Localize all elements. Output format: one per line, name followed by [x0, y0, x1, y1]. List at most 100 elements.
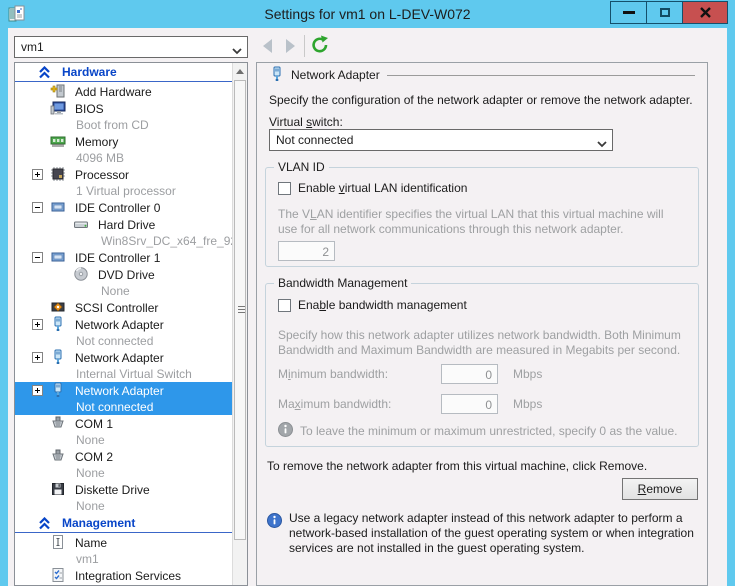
forward-icon[interactable]: [286, 39, 295, 53]
close-icon: [700, 7, 711, 18]
sidebar-section-management[interactable]: Management: [15, 514, 232, 533]
expand-icon[interactable]: [32, 352, 43, 363]
chevrons-up-icon: [38, 517, 51, 530]
tree-item-subtext: None: [15, 432, 232, 448]
header-rule: [387, 75, 695, 76]
network-adapter-icon: [50, 316, 66, 332]
tree-item-subtext: 4096 MB: [15, 150, 232, 166]
vlan-group-title: VLAN ID: [274, 160, 329, 174]
tree-item-subtext: None: [15, 498, 232, 514]
dvd-drive-icon: [73, 266, 89, 282]
panel-title: Network Adapter: [291, 68, 380, 82]
tree-item-com-1[interactable]: COM 1: [15, 415, 232, 432]
com-port-icon: [50, 448, 66, 464]
tree-item-label: COM 2: [75, 450, 113, 464]
diskette-icon: [50, 481, 66, 497]
tree-item-integration-services[interactable]: Integration Services: [15, 567, 232, 584]
network-adapter-icon: [50, 349, 66, 365]
tree-item-subtext: Not connected: [15, 333, 232, 349]
virtual-switch-label: Virtual switch:: [269, 115, 343, 129]
com-port-icon: [50, 415, 66, 431]
tree-item-label: Processor: [75, 168, 129, 182]
add-hardware-icon: [50, 83, 66, 99]
network-adapter-icon: [269, 66, 285, 82]
vm-selector[interactable]: vm1: [14, 36, 248, 58]
enable-vlan-checkbox[interactable]: [278, 182, 291, 195]
min-bandwidth-label: Minimum bandwidth:: [278, 367, 388, 381]
back-icon[interactable]: [263, 39, 272, 53]
tree-item-label: Hard Drive: [98, 218, 155, 232]
min-bandwidth-field: 0: [441, 364, 498, 384]
vlan-description: The VLAN identifier specifies the virtua…: [278, 207, 682, 237]
tree-item-hard-drive[interactable]: Hard Drive: [15, 216, 232, 233]
legacy-adapter-note: Use a legacy network adapter instead of …: [289, 511, 695, 556]
min-bandwidth-unit: Mbps: [513, 367, 542, 381]
bandwidth-group: Bandwidth Management Enable bandwidth ma…: [265, 283, 699, 447]
tree-item-subtext: Internal Virtual Switch: [15, 366, 232, 382]
titlebar: Settings for vm1 on L-DEV-W072: [0, 0, 735, 28]
sidebar-section-hardware[interactable]: Hardware: [15, 63, 232, 82]
tree-item-network-adapter[interactable]: Network Adapter: [15, 349, 232, 366]
tree-item-subtext: None: [15, 465, 232, 481]
refresh-icon[interactable]: [310, 35, 330, 55]
tree-item-label: Name: [75, 536, 107, 550]
hardware-tree: HardwareAdd Hardware BIOSBoot from CDMemo…: [14, 62, 248, 586]
max-bandwidth-label: Maximum bandwidth:: [278, 397, 391, 411]
info-icon-blue: [267, 513, 282, 528]
tree-item-com-2[interactable]: COM 2: [15, 448, 232, 465]
vlan-checkbox-row: Enable virtual LAN identification: [278, 181, 467, 195]
tree-item-label: BIOS: [75, 102, 104, 116]
caption-buttons: [611, 1, 728, 24]
tree-item-label: DVD Drive: [98, 268, 155, 282]
info-icon-gray: [278, 422, 293, 437]
panel-intro: Specify the configuration of the network…: [269, 93, 693, 107]
tree-item-scsi-controller[interactable]: SCSI Controller: [15, 299, 232, 316]
vm-selector-value: vm1: [21, 40, 44, 54]
tree-item-processor[interactable]: Processor: [15, 166, 232, 183]
tree-item-network-adapter[interactable]: Network Adapter: [15, 316, 232, 333]
chevrons-up-icon: [38, 66, 51, 79]
scroll-up-icon: [236, 69, 244, 74]
window-content: vm1 HardwareAdd Hardware BIOSBoot from CD…: [8, 28, 727, 586]
maximize-button[interactable]: [646, 1, 683, 24]
virtual-switch-dropdown[interactable]: Not connected: [269, 129, 613, 151]
chevron-down-icon: [597, 137, 607, 151]
scroll-up-button[interactable]: [233, 63, 247, 79]
remove-button[interactable]: Remove: [622, 478, 698, 500]
ide-controller-icon: [50, 199, 66, 215]
tree-item-subtext: 1 Virtual processor: [15, 183, 232, 199]
bandwidth-note: To leave the minimum or maximum unrestri…: [300, 424, 677, 438]
enable-bandwidth-checkbox[interactable]: [278, 299, 291, 312]
tree-item-label: Network Adapter: [75, 318, 164, 332]
tree-item-dvd-drive[interactable]: DVD Drive: [15, 266, 232, 283]
collapse-icon[interactable]: [32, 202, 43, 213]
integration-services-icon: [50, 567, 66, 583]
tree-item-bios[interactable]: BIOS: [15, 100, 232, 117]
scsi-controller-icon: [50, 299, 66, 315]
scrollbar-thumb[interactable]: [234, 80, 246, 540]
close-button[interactable]: [682, 1, 728, 24]
minimize-button[interactable]: [610, 1, 647, 24]
tree-item-label: IDE Controller 0: [75, 201, 160, 215]
expand-icon[interactable]: [32, 385, 43, 396]
tree-item-label: SCSI Controller: [75, 301, 158, 315]
maximize-icon: [660, 8, 670, 17]
tree-item-subtext: Boot from CD: [15, 117, 232, 133]
tree-item-diskette-drive[interactable]: Diskette Drive: [15, 481, 232, 498]
sidebar-scrollbar[interactable]: [232, 63, 247, 585]
expand-icon[interactable]: [32, 319, 43, 330]
max-bandwidth-unit: Mbps: [513, 397, 542, 411]
hard-drive-icon: [73, 216, 89, 232]
tree-item-ide-controller-1[interactable]: IDE Controller 1: [15, 249, 232, 266]
tree-item-add-hardware[interactable]: Add Hardware: [15, 83, 232, 100]
tree-item-subtext: Not connected: [15, 399, 232, 415]
expand-icon[interactable]: [32, 169, 43, 180]
chevron-down-icon: [232, 44, 242, 58]
settings-window: { "window": { "title": "Settings for vm1…: [0, 0, 735, 586]
collapse-icon[interactable]: [32, 252, 43, 263]
tree-item-network-adapter[interactable]: Network Adapter: [15, 382, 232, 399]
tree-item-name[interactable]: Name: [15, 534, 232, 551]
vlan-group: VLAN ID Enable virtual LAN identificatio…: [265, 167, 699, 267]
tree-item-memory[interactable]: Memory: [15, 133, 232, 150]
tree-item-ide-controller-0[interactable]: IDE Controller 0: [15, 199, 232, 216]
